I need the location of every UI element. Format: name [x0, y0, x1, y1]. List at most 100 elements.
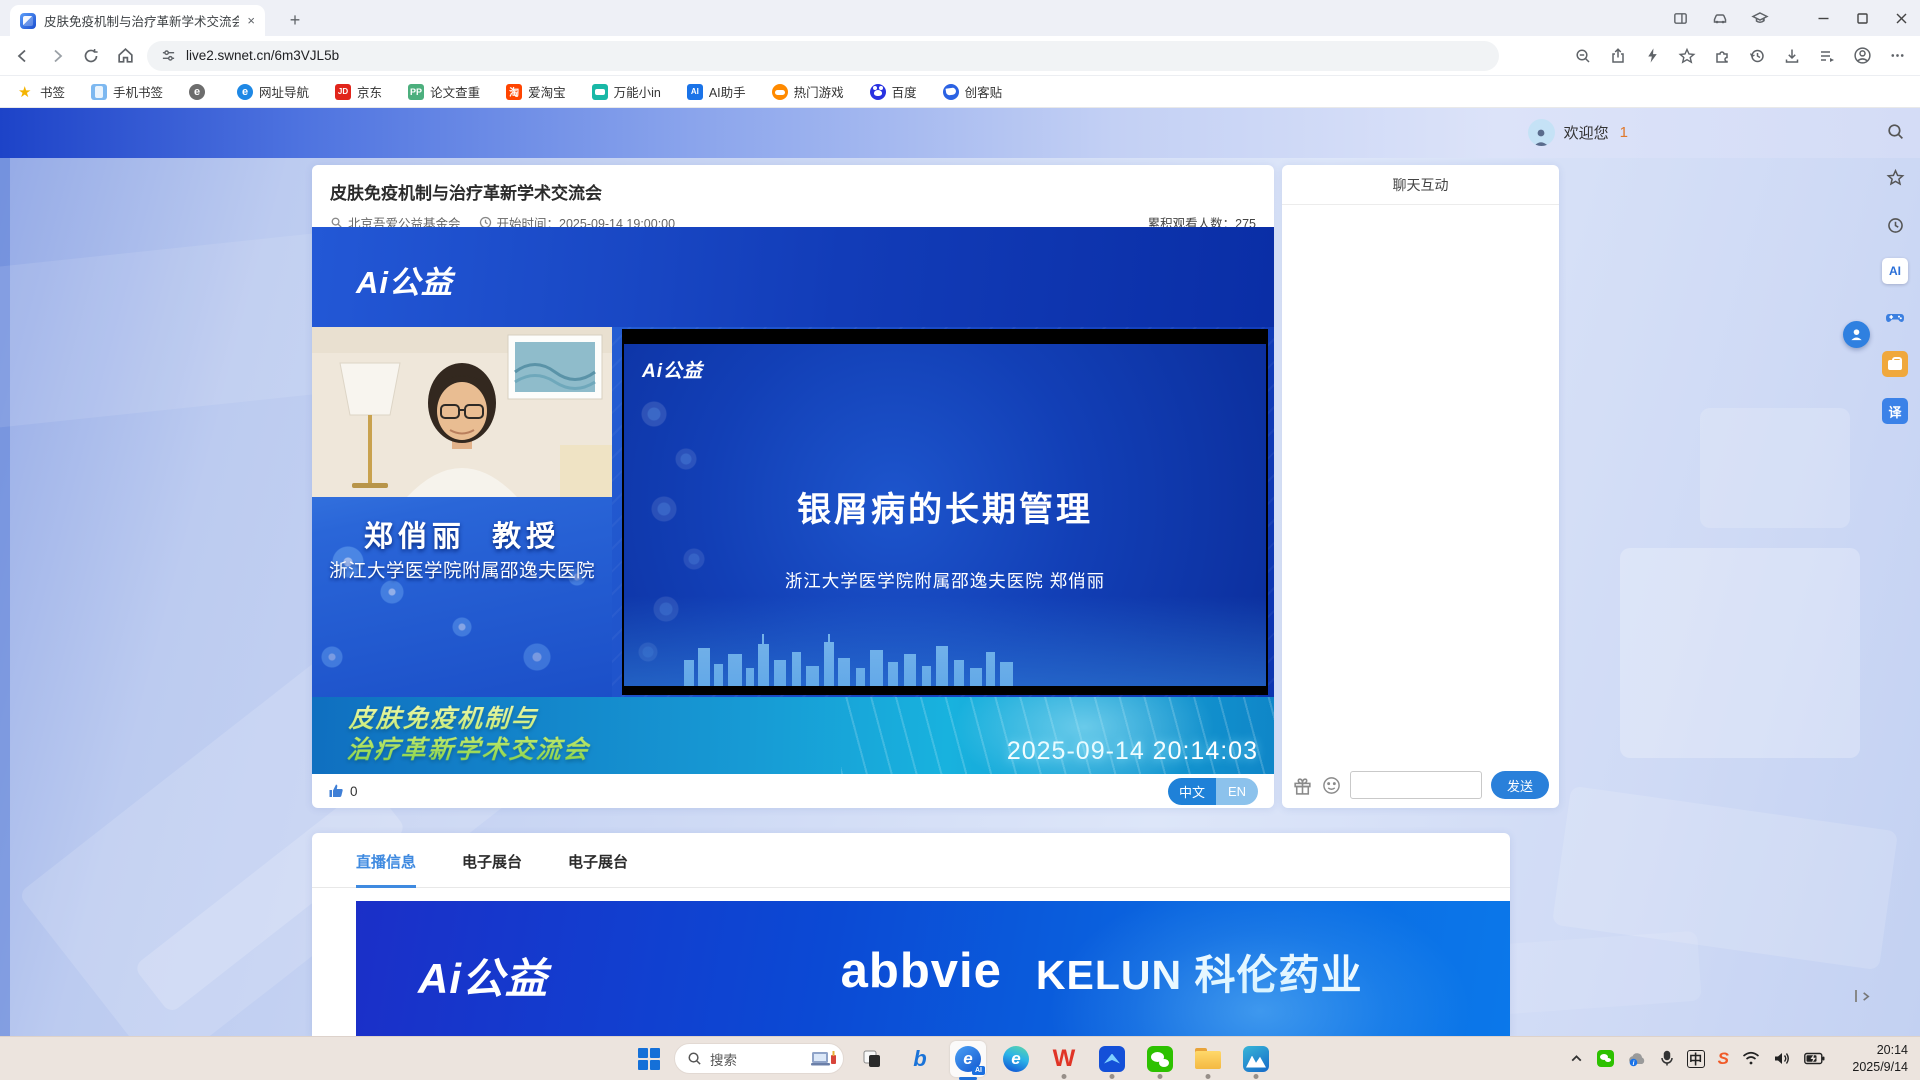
- share-icon[interactable]: [1609, 47, 1627, 65]
- new-tab-button[interactable]: +: [282, 7, 308, 33]
- like-button[interactable]: 0: [328, 783, 358, 799]
- game-icon: [772, 84, 788, 100]
- bookmark-taobao[interactable]: 淘爱淘宝: [506, 82, 566, 101]
- back-icon[interactable]: [14, 47, 32, 65]
- edge-app-button[interactable]: e: [996, 1037, 1036, 1080]
- sidebar-history-button[interactable]: [1882, 212, 1908, 238]
- task-view-button[interactable]: [852, 1037, 892, 1080]
- sidebar-favorites-button[interactable]: [1882, 164, 1908, 190]
- webpage: 欢迎您 1 皮肤免疫机制与治疗革新学术交流会 北京吾爱公益基金会 开始时间：20…: [0, 108, 1920, 1036]
- sidebar-games-button[interactable]: [1882, 305, 1908, 331]
- forward-icon[interactable]: [48, 47, 66, 65]
- send-button[interactable]: 发送: [1491, 771, 1549, 799]
- mountain-app-button[interactable]: [1236, 1037, 1276, 1080]
- player-bottom-strip: 皮肤免疫机制与 治疗革新学术交流会 2025-09-14 20:14:03: [312, 697, 1274, 774]
- tab-booth-2[interactable]: 电子展台: [568, 851, 628, 887]
- window-minimize-icon[interactable]: [1817, 12, 1830, 25]
- extensions-icon[interactable]: [1713, 47, 1731, 65]
- reload-icon[interactable]: [82, 47, 100, 65]
- windows-logo-icon: [638, 1048, 660, 1070]
- tray-cloud-icon[interactable]: i: [1627, 1051, 1647, 1067]
- bookmark-wanneng[interactable]: 万能小in: [592, 82, 661, 101]
- bookmark-e-gray[interactable]: e: [189, 84, 211, 100]
- video-player[interactable]: Ai公益: [312, 227, 1274, 774]
- tray-microphone-icon[interactable]: [1660, 1050, 1674, 1067]
- file-explorer-button[interactable]: [1188, 1037, 1228, 1080]
- sidebar-search-button[interactable]: [1882, 118, 1908, 144]
- welcome-area: 欢迎您 1: [1528, 119, 1628, 146]
- gift-icon[interactable]: [1292, 775, 1313, 796]
- window-close-icon[interactable]: [1895, 12, 1908, 25]
- site-settings-icon[interactable]: [161, 48, 176, 63]
- blue-app-button[interactable]: [1092, 1037, 1132, 1080]
- windows-taskbar: 搜索 b eAI e W: [0, 1036, 1920, 1080]
- start-button[interactable]: [632, 1037, 666, 1080]
- ai-chat-icon: AI: [687, 84, 703, 100]
- bookmark-paper-check[interactable]: PP论文查重: [408, 82, 480, 101]
- chat-input[interactable]: [1350, 771, 1482, 799]
- presenter-video[interactable]: [312, 327, 612, 497]
- volume-icon[interactable]: [1773, 1051, 1791, 1066]
- tray-expand-icon[interactable]: [1569, 1051, 1584, 1066]
- favorite-star-icon[interactable]: [1678, 47, 1696, 65]
- browser-tab[interactable]: 皮肤免疫机制与治疗革新学术交流会 ×: [10, 5, 265, 36]
- bing-app-button[interactable]: b: [900, 1037, 940, 1080]
- home-icon[interactable]: [116, 46, 135, 65]
- blue-app-icon: [1099, 1046, 1125, 1072]
- bookmark-jd[interactable]: JD京东: [335, 82, 382, 101]
- download-icon[interactable]: [1783, 47, 1801, 65]
- kelun-logo: KELUN 科伦药业: [1036, 941, 1363, 1001]
- wifi-icon[interactable]: [1742, 1051, 1760, 1066]
- floating-assistant-button[interactable]: [1843, 321, 1870, 348]
- user-avatar[interactable]: [1528, 119, 1555, 146]
- tray-wechat-icon[interactable]: [1597, 1050, 1614, 1067]
- player-body: 郑俏丽 教授 浙江大学医学院附属邵逸夫医院 Ai公益 银屑病的长期管理 浙江大学…: [312, 327, 1274, 697]
- tab-close-icon[interactable]: ×: [247, 13, 255, 28]
- url-bar[interactable]: live2.swnet.cn/6m3VJL5b: [147, 41, 1499, 71]
- slide-ai-gongyi-logo: Ai公益: [642, 356, 703, 383]
- sogou-icon[interactable]: S: [1718, 1049, 1729, 1069]
- bookmark-games[interactable]: 热门游戏: [772, 82, 844, 101]
- profile-avatar-icon[interactable]: [1853, 46, 1872, 65]
- info-tabs: 直播信息 电子展台 电子展台: [312, 833, 1510, 888]
- sidebar-ai-button[interactable]: AI: [1882, 258, 1908, 284]
- history-icon[interactable]: [1748, 47, 1766, 65]
- sidebar-translate-button[interactable]: 译: [1882, 398, 1908, 424]
- ime-indicator[interactable]: 中: [1687, 1050, 1705, 1068]
- wechat-app-button[interactable]: [1140, 1037, 1180, 1080]
- sidebar-toolbox-button[interactable]: [1882, 351, 1908, 377]
- page-top-banner: 欢迎您 1: [0, 108, 1920, 158]
- window-maximize-icon[interactable]: [1856, 12, 1869, 25]
- lang-en-button[interactable]: EN: [1216, 778, 1258, 805]
- wps-app-button[interactable]: W: [1044, 1037, 1084, 1080]
- bookmark-ai-assistant[interactable]: AIAI助手: [687, 82, 746, 101]
- bookmark-baidu[interactable]: 百度: [870, 82, 917, 101]
- url-text: live2.swnet.cn/6m3VJL5b: [186, 48, 339, 63]
- lang-zh-button[interactable]: 中文: [1168, 778, 1216, 805]
- bookmark-shuqian[interactable]: ★书签: [18, 82, 65, 101]
- tab-booth-1[interactable]: 电子展台: [462, 851, 522, 887]
- search-placeholder: 搜索: [710, 1049, 803, 1069]
- bookmark-chuangkit[interactable]: 创客贴: [943, 82, 1003, 101]
- welcome-count: 1: [1620, 124, 1628, 141]
- emoji-icon[interactable]: [1322, 776, 1341, 795]
- event-title-watermark: 皮肤免疫机制与 治疗革新学术交流会: [346, 704, 593, 765]
- graduation-hat-icon[interactable]: [1751, 9, 1769, 27]
- bookmark-nav[interactable]: e网址导航: [237, 82, 309, 101]
- split-screen-icon[interactable]: [1672, 10, 1689, 27]
- tab-live-info[interactable]: 直播信息: [356, 851, 416, 888]
- bookmark-mobile[interactable]: 手机书签: [91, 82, 163, 101]
- zoom-page-icon[interactable]: [1574, 47, 1592, 65]
- city-skyline: [624, 634, 1266, 686]
- stream-timestamp: 2025-09-14 20:14:03: [1007, 737, 1258, 766]
- e-browser-app-button-active[interactable]: eAI: [948, 1037, 988, 1080]
- battery-icon[interactable]: [1804, 1052, 1825, 1065]
- taskbar-clock[interactable]: 20:14 2025/9/14: [1838, 1042, 1908, 1076]
- taskbar-search[interactable]: 搜索: [674, 1043, 844, 1074]
- flash-plugin-icon[interactable]: [1644, 47, 1661, 64]
- sidebar-collapse-button[interactable]: [1855, 990, 1871, 1002]
- reading-list-icon[interactable]: [1818, 47, 1836, 65]
- browser-menu-icon[interactable]: [1889, 47, 1906, 64]
- car-mode-icon[interactable]: [1711, 9, 1729, 27]
- clock-date: 2025/9/14: [1838, 1059, 1908, 1076]
